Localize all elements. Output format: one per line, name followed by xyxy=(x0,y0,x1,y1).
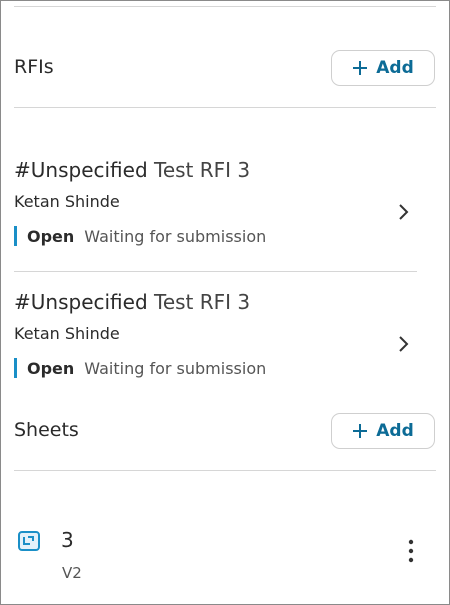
chevron-right-icon xyxy=(399,336,409,352)
rfi-status-label: Open xyxy=(27,226,75,246)
sheets-section-title: Sheets xyxy=(14,419,79,441)
rfi-assignee: Ketan Shinde xyxy=(14,192,120,211)
rfi-status: Open Waiting for submission xyxy=(14,225,266,247)
rfi-list-item[interactable]: #Unspecified Test RFI 3 Ketan Shinde Ope… xyxy=(1,158,449,282)
top-divider xyxy=(14,6,436,7)
chevron-right-icon xyxy=(399,204,409,220)
sheet-list-item[interactable]: 3 V2 xyxy=(1,509,449,589)
rfis-header-divider xyxy=(14,107,436,108)
status-indicator-bar xyxy=(14,358,17,378)
add-sheet-label: Add xyxy=(376,421,414,441)
plus-icon xyxy=(353,61,368,75)
sheet-version: V2 xyxy=(62,564,82,582)
rfis-section-title: RFIs xyxy=(14,56,54,78)
rfi-title: #Unspecified Test RFI 3 xyxy=(14,290,250,314)
plus-icon xyxy=(353,424,368,438)
rfi-status: Open Waiting for submission xyxy=(14,357,266,379)
rfi-number: #Unspecified xyxy=(14,290,148,314)
sheet-name: 3 xyxy=(61,528,74,552)
rfi-number: #Unspecified xyxy=(14,158,148,182)
sheet-icon xyxy=(18,531,40,551)
rfi-list-item[interactable]: #Unspecified Test RFI 3 Ketan Shinde Ope… xyxy=(1,290,449,414)
rfi-status-detail: Waiting for submission xyxy=(84,226,267,246)
sheets-header-divider xyxy=(14,470,436,471)
rfi-status-label: Open xyxy=(27,358,75,378)
rfi-title: #Unspecified Test RFI 3 xyxy=(14,158,250,182)
rfi-assignee: Ketan Shinde xyxy=(14,324,120,343)
rfi-item-divider xyxy=(14,271,417,272)
status-indicator-bar xyxy=(14,226,17,246)
rfi-status-detail: Waiting for submission xyxy=(84,358,267,378)
add-sheet-button[interactable]: Add xyxy=(331,413,435,449)
add-rfi-button[interactable]: Add xyxy=(331,50,435,86)
more-vertical-icon[interactable] xyxy=(399,537,423,565)
page-frame: RFIs Add #Unspecified Test RFI 3 Ketan S… xyxy=(0,0,450,605)
rfi-name: Test RFI 3 xyxy=(154,290,251,314)
rfi-name: Test RFI 3 xyxy=(154,158,251,182)
add-rfi-label: Add xyxy=(376,58,414,78)
